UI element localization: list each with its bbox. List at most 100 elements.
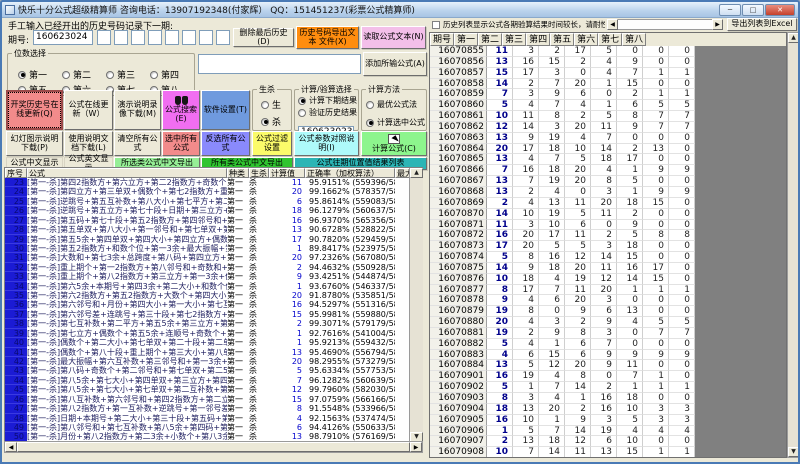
- software-settings-button[interactable]: 软件设置(T): [201, 90, 250, 130]
- history-row[interactable]: 16070872 16 20 17 11 2 5 8 8: [430, 230, 695, 241]
- formula-row[interactable]: 39 [第一-杀]第七立方+偶数个+第五5余+连顺号+奇数个+第一单 第一 杀 …: [5, 329, 409, 338]
- history-col-header[interactable]: 第二: [478, 33, 502, 46]
- formula-row[interactable]: 42 [第一-杀]最大振幅+第六互补数+第三邻号和+第一3余+第三单 第一 杀 …: [5, 357, 409, 366]
- col-rate[interactable]: 正确率（加权算法）: [305, 168, 395, 178]
- history-row[interactable]: 16070878 9 4 6 20 3 0 0 0: [430, 295, 695, 306]
- read-formula-text-button[interactable]: 读取公式文本(N): [361, 26, 426, 49]
- formula-row[interactable]: 25 [第一-杀]逆跳号+第五互补数+第八大小+第七平方+第二指数 第一 杀 6…: [5, 197, 409, 206]
- col-no[interactable]: 序号: [5, 168, 27, 178]
- history-row[interactable]: 16070856 13 16 15 2 4 9 0 0: [430, 57, 695, 68]
- history-row[interactable]: 16070882 5 4 1 6 7 0 0 0: [430, 339, 695, 350]
- formula-row[interactable]: 29 [第一-杀]第五5余+第四单双+第四大小+第四立方+偶数个+第 第一 杀 …: [5, 235, 409, 244]
- history-row[interactable]: 16070883 4 6 15 6 9 9 9 9: [430, 350, 695, 361]
- number-input-7[interactable]: [199, 30, 213, 45]
- history-col-header[interactable]: 第五: [550, 33, 574, 46]
- formula-row[interactable]: 44 [第一-杀]第八5余+第七大小+第四单双+第三立方+第四5余+第 第一 杀…: [5, 376, 409, 385]
- formula-row[interactable]: 28 [第一-杀]第五单双+第八大小+第一邻号和+第七单双+第六3余 第一 杀 …: [5, 225, 409, 234]
- formula-table-hscrollbar[interactable]: ◀ ▶: [4, 441, 423, 453]
- filter-settings-button[interactable]: 公式过滤设置: [252, 131, 292, 156]
- history-row[interactable]: 16070870 14 10 19 5 11 2 0 0: [430, 209, 695, 220]
- update-formula-button[interactable]: 公式在线更新（W）: [64, 90, 113, 130]
- history-row[interactable]: 16070860 5 4 7 4 1 6 5 5: [430, 100, 695, 111]
- digit-radio[interactable]: 第四: [150, 67, 194, 82]
- history-row[interactable]: 16070906 1 5 7 14 19 4 4 4: [430, 426, 695, 437]
- history-row[interactable]: 16070866 7 16 18 20 4 1 9 9: [430, 165, 695, 176]
- export-history-text-button[interactable]: 历史号码导出文本 文件(X): [296, 26, 359, 49]
- history-mini-scrollbar[interactable]: ◀ ▶: [607, 19, 723, 30]
- history-row[interactable]: 16070855 11 3 2 17 5 0 0 0: [430, 46, 695, 57]
- history-row[interactable]: 16070903 8 3 4 1 16 18 0 0: [430, 393, 695, 404]
- invert-select-button[interactable]: 反选所有公式: [201, 131, 250, 156]
- formula-row[interactable]: 35 [第一-杀]第六2指数方+第五2指数方+大数个+第四大小+第八 第一 杀 …: [5, 291, 409, 300]
- demo-video-button[interactable]: 演示说明录像下载(M): [114, 90, 161, 130]
- history-row[interactable]: 16070862 12 14 3 20 11 9 7 7: [430, 122, 695, 133]
- sheng-sha-radio[interactable]: 杀: [261, 115, 291, 128]
- formula-row[interactable]: 31 [第一-杀]大数和+第七3余+总跨度+第八码+第四立方+第四互 第一 杀 …: [5, 253, 409, 262]
- export-excel-button[interactable]: 导出列表到Excel: [727, 18, 797, 31]
- history-row[interactable]: 16070902 5 1 7 14 2 1 1 1: [430, 382, 695, 393]
- history-col-header[interactable]: 第七: [598, 33, 622, 46]
- clear-formulas-button[interactable]: 清空所有公式: [114, 131, 161, 156]
- minimize-button[interactable]: ─: [719, 4, 741, 16]
- maximize-button[interactable]: □: [742, 4, 764, 16]
- calc-method-radio[interactable]: 最优公式法: [366, 99, 426, 110]
- history-row[interactable]: 16070873 17 20 5 5 3 18 0 0: [430, 241, 695, 252]
- digit-radio[interactable]: 第一: [18, 67, 62, 82]
- formula-row[interactable]: 47 [第一-杀]第八2指数方+第一互补数+逆跳号+第一邻号差+第八 第一 杀 …: [5, 404, 409, 413]
- history-row[interactable]: 16070864 20 17 18 10 14 2 13 0: [430, 144, 695, 155]
- formula-row[interactable]: 36 [第一-杀]第六邻号和+月份+第四大小+第一大小+第七互补数 第一 杀 1…: [5, 300, 409, 309]
- history-row[interactable]: 16070904 18 13 20 2 16 10 3 3: [430, 404, 695, 415]
- history-row[interactable]: 16070877 8 17 7 11 20 1 1 1: [430, 285, 695, 296]
- history-row[interactable]: 16070871 11 3 10 6 0 9 0 0: [430, 220, 695, 231]
- manual-download-button[interactable]: 使用说明文档下载(L): [64, 131, 113, 156]
- number-input-3[interactable]: [131, 30, 145, 45]
- formula-row[interactable]: 45 [第一-杀]第八5余+第七大小+第七单双+第二互补数+第一邻号 第一 杀 …: [5, 385, 409, 394]
- col-max[interactable]: 最大: [395, 168, 409, 178]
- history-row[interactable]: 16070908 10 7 14 11 13 15 1 1: [430, 447, 695, 458]
- number-input-8[interactable]: [216, 30, 230, 45]
- mini-scroll-track[interactable]: [618, 19, 712, 30]
- history-row[interactable]: 16070875 14 9 18 20 11 16 17 0: [430, 263, 695, 274]
- calc-select-radio[interactable]: 验证历史结果: [298, 107, 358, 118]
- formula-row[interactable]: 32 [第一-杀]重上期个+第一2指数方+第八邻号和+奇数和+第七2 第一 杀 …: [5, 263, 409, 272]
- formula-row[interactable]: 23 [第一-杀]第四2指数方+第六立方+第二2指数方+奇数个+大数 第一 杀 …: [5, 178, 409, 187]
- history-row[interactable]: 16070901 16 19 4 8 0 7 1 0: [430, 371, 695, 382]
- digit-radio[interactable]: 第三: [106, 67, 150, 82]
- scroll-up-icon[interactable]: ▲: [788, 33, 799, 43]
- select-all-button[interactable]: 选中所有公式: [162, 131, 200, 156]
- scroll-right-icon[interactable]: ▶: [712, 19, 723, 30]
- number-input-2[interactable]: [114, 30, 128, 45]
- history-row[interactable]: 16070884 13 5 12 20 9 11 0 0: [430, 360, 695, 371]
- digit-radio[interactable]: 第二: [62, 67, 106, 82]
- history-col-header[interactable]: 第八: [622, 33, 646, 46]
- formula-row[interactable]: 37 [第一-杀]第六邻号差+连跳号+第三十段+第七2指数方+偶数和 第一 杀 …: [5, 310, 409, 319]
- formula-row[interactable]: 38 [第一-杀]第七互补数+第二平方+第五5余+第三立方+第七2指 第一 杀 …: [5, 319, 409, 328]
- history-row[interactable]: 16070867 13 7 19 20 8 5 0 0: [430, 176, 695, 187]
- formula-row[interactable]: 26 [第一-杀]逆跳号+第五立方+第七十段+日期+第三立方+第四8 第一 杀 …: [5, 206, 409, 215]
- history-col-header[interactable]: 期号: [430, 33, 454, 46]
- number-input-5[interactable]: [165, 30, 179, 45]
- history-col-header[interactable]: 第六: [574, 33, 598, 46]
- number-input-6[interactable]: [182, 30, 196, 45]
- scroll-left-icon[interactable]: ◀: [607, 19, 618, 30]
- history-col-header[interactable]: 第四: [526, 33, 550, 46]
- hscroll-thumb[interactable]: [17, 442, 410, 452]
- history-row[interactable]: 16070905 16 10 1 9 3 5 3 3: [430, 415, 695, 426]
- history-row[interactable]: 16070858 14 2 7 20 1 15 0 0: [430, 79, 695, 90]
- number-input-4[interactable]: [148, 30, 162, 45]
- formula-row[interactable]: 30 [第一-杀]第五2指数方+和数个位+第一3余+最大振幅+第四5余 第一 杀…: [5, 244, 409, 253]
- formula-input[interactable]: [198, 54, 361, 74]
- history-row[interactable]: 16070879 19 8 0 9 6 13 0 0: [430, 306, 695, 317]
- formula-table-vscrollbar[interactable]: ▲ ▼: [409, 168, 423, 442]
- formula-row[interactable]: 43 [第一-杀]第八码+奇数个+第二邻号和+第七单双+第二5余+第 第一 杀 …: [5, 366, 409, 375]
- delete-last-history-button[interactable]: 删除最后历史(D): [233, 28, 294, 47]
- issue-input[interactable]: 160623024: [33, 30, 93, 45]
- add-formula-button[interactable]: 添加所输公式(A): [363, 52, 427, 76]
- history-list-checkbox[interactable]: [432, 21, 440, 29]
- calc-method-radio[interactable]: 计算选中公式: [366, 117, 426, 128]
- calc-select-radio[interactable]: 计算下期结果: [298, 95, 358, 106]
- history-row[interactable]: 16070857 15 17 3 0 4 7 1 1: [430, 68, 695, 79]
- update-history-button[interactable]: 开奖历史号在线更新(Q): [6, 90, 63, 130]
- close-button[interactable]: ✕: [765, 4, 795, 16]
- history-row[interactable]: 16070907 2 13 18 12 6 10 0 0: [430, 436, 695, 447]
